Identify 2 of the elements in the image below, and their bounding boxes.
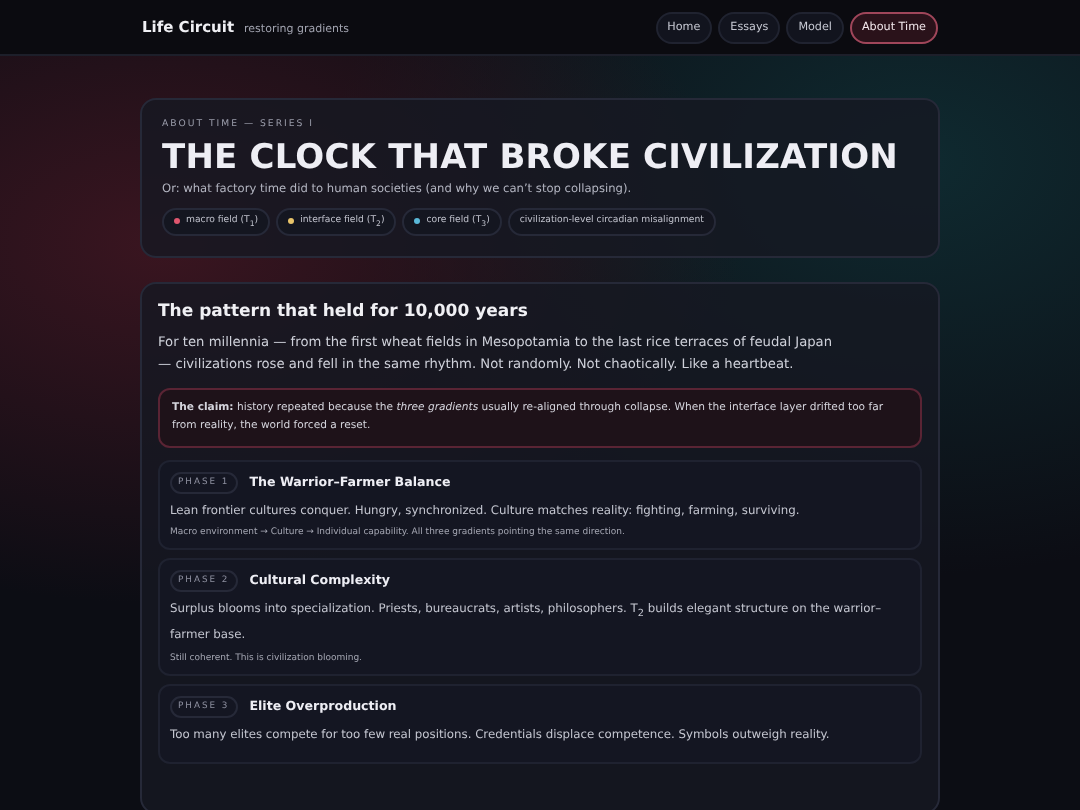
section-heading: The pattern that held for 10,000 years xyxy=(158,301,530,322)
page-title: THE CLOCK THAT BROKE CIVILIZATION xyxy=(162,138,900,178)
